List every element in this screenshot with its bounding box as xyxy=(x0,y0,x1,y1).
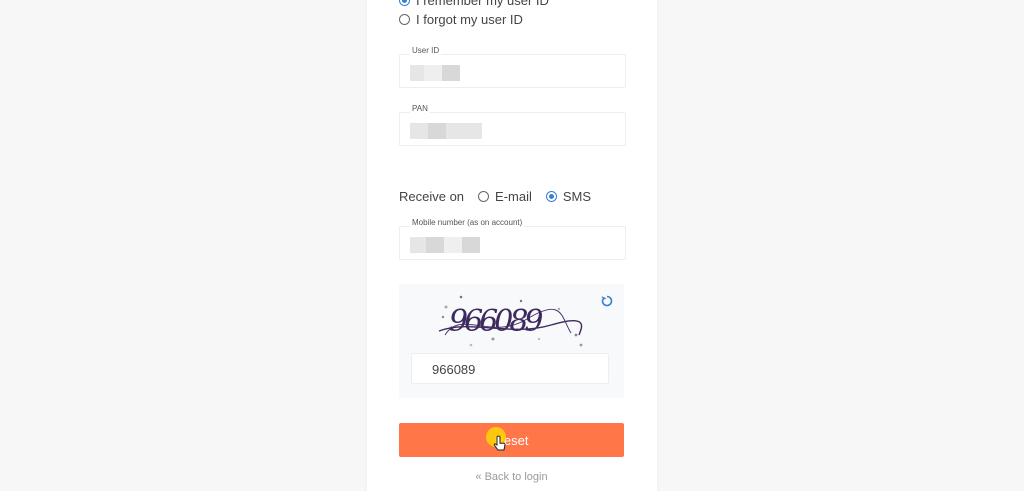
redacted-value xyxy=(410,237,426,253)
mobile-number-label: Mobile number (as on account) xyxy=(410,218,525,227)
redacted-value xyxy=(410,123,428,139)
hand-cursor-icon xyxy=(493,435,506,451)
receive-on-label: Receive on xyxy=(399,189,465,204)
user-id-label: User ID xyxy=(410,46,442,55)
forgot-user-id-label: I forgot my user ID xyxy=(416,12,523,27)
redacted-value xyxy=(446,123,482,139)
pan-field[interactable]: PAN xyxy=(399,104,626,146)
mobile-number-field[interactable]: Mobile number (as on account) xyxy=(399,218,626,260)
email-radio[interactable] xyxy=(478,191,490,202)
forgot-radio[interactable] xyxy=(399,14,410,25)
refresh-icon[interactable] xyxy=(600,294,614,313)
reset-button[interactable]: Reset xyxy=(399,423,624,457)
redacted-value xyxy=(424,65,442,81)
remember-user-id-label: I remember my user ID xyxy=(416,0,549,8)
user-id-field[interactable]: User ID xyxy=(399,46,626,88)
email-option[interactable]: E-mail xyxy=(478,189,532,204)
captcha-box: 966089 966089 xyxy=(399,284,624,398)
sms-option[interactable]: SMS xyxy=(545,189,592,204)
redacted-value xyxy=(462,237,480,253)
pan-label: PAN xyxy=(410,104,430,113)
captcha-input[interactable]: 966089 xyxy=(411,353,609,384)
redacted-value xyxy=(426,237,444,253)
back-to-login-link[interactable]: « Back to login xyxy=(399,471,624,483)
redacted-value xyxy=(428,123,446,139)
remember-radio[interactable] xyxy=(399,0,410,6)
redacted-value xyxy=(410,65,424,81)
forgot-user-id-option[interactable]: I forgot my user ID xyxy=(399,12,523,27)
sms-radio[interactable] xyxy=(545,191,557,202)
email-option-label: E-mail xyxy=(495,189,532,204)
remember-user-id-option[interactable]: I remember my user ID xyxy=(399,0,549,8)
sms-option-label: SMS xyxy=(562,189,592,204)
receive-on-group: Receive on E-mail SMS xyxy=(399,189,591,204)
captcha-image-text: 966089 xyxy=(449,304,543,339)
redacted-value xyxy=(442,65,460,81)
redacted-value xyxy=(444,237,462,253)
captcha-image: 966089 xyxy=(438,295,583,347)
